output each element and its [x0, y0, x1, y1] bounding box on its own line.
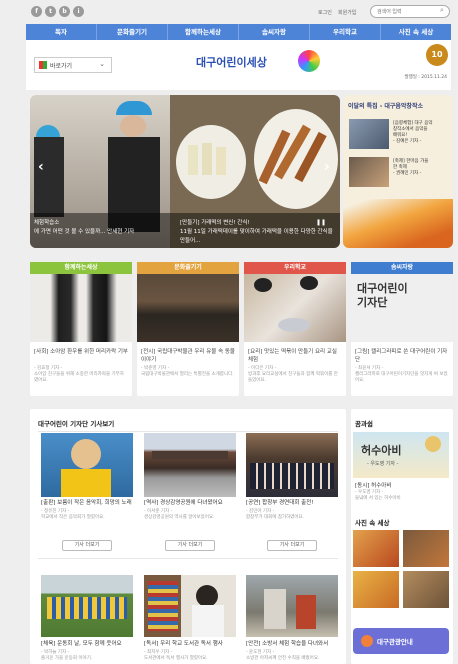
topic-card[interactable]: 우리학교 [요리] 맛있는 떡볶이 만들기 요리 교실 체험 - 이다은 기자 … — [244, 262, 346, 396]
grid-icon — [39, 61, 47, 69]
article-photo[interactable] — [246, 433, 338, 497]
divider — [38, 431, 338, 432]
topic-label: 문화즐기기 — [137, 262, 239, 274]
topic-title[interactable]: [전시] 국립대구박물관 우리 유물 속 동물 이야기 — [141, 348, 235, 364]
section-heading: 대구어린이 기자단 기사보기 — [38, 420, 115, 428]
special-item-2[interactable]: [축제] 한마음 가을 한 축제 - 권혜민 기자 - — [393, 159, 449, 177]
topic-photo — [244, 274, 346, 342]
article-title[interactable]: [공연] 합창부 경연대회 출전! — [246, 500, 340, 507]
article-photo[interactable] — [246, 575, 338, 637]
topic-title[interactable]: [그림] 캘리그라피로 쓴 대구어린이 기자단 — [355, 348, 449, 364]
topic-photo: 대구어린이 기자단 — [351, 274, 453, 342]
topic-meta: - 최윤서 기자 - 캘리그라피로 대구어린이기자단을 멋지게 써 보았어요. — [355, 366, 448, 383]
topic-meta: - 김효정 기자 - 소아암 친구들을 위해 소중한 머리카락을 기부하였어요. — [34, 366, 124, 383]
special-photo-1[interactable] — [349, 119, 389, 149]
topic-card[interactable]: 솜씨자랑 대구어린이 기자단 [그림] 캘리그라피로 쓴 대구어린이 기자단 - … — [351, 262, 453, 396]
header: 바로가기 ⌄ 대구어린이세상 10 발행일 : 2015.11.24 — [26, 40, 451, 90]
topic-card[interactable]: 함께하는세상 [사회] 소아암 환우를 위한 머리카락 기부 - 김효정 기자 … — [30, 262, 132, 396]
cartoon-title[interactable]: [동시] 허수아비 — [355, 481, 391, 489]
login-link[interactable]: 로그인 — [318, 9, 332, 16]
topic-meta: - 박준영 기자 - 국립대구박물관에서 열리는 특별전을 소개합니다. — [141, 366, 234, 377]
nav-item[interactable]: 우리학교 — [310, 24, 381, 40]
monthly-special: 이달의 특집 - 대구음악창작소 [음향체험] 대구 음악 창작소에서 음악을 … — [343, 95, 453, 248]
pause-icon[interactable]: ❚❚ — [316, 219, 326, 226]
photo-thumb[interactable] — [403, 571, 449, 608]
photo-world-heading: 사진 속 세상 — [355, 519, 390, 527]
quick-menu-select[interactable]: 바로가기 ⌄ — [34, 57, 112, 73]
quick-menu-label: 바로가기 — [50, 63, 73, 70]
article-title[interactable]: [역사] 경상감영공원에 다녀왔어요 — [144, 500, 238, 507]
photo-thumb[interactable] — [353, 530, 399, 567]
article-meta: - 김민아 기자 - 합창부가 대회에 참가하였어요. — [246, 509, 305, 520]
topic-meta: - 이다은 기자 - 방과후 요리교실에서 친구들과 함께 떡볶이를 만들었어요… — [248, 366, 338, 383]
hero-caption-left[interactable]: 체험학습소 에 가면 어떤 것 볼 수 있을까... 안세현 기자 — [34, 219, 168, 237]
anniversary-badge: 10 — [426, 44, 448, 66]
instagram-icon[interactable]: i — [73, 6, 84, 17]
read-more-button[interactable]: 기사 더보기 — [62, 540, 112, 551]
topic-label: 함께하는세상 — [30, 262, 132, 274]
issue-date: 발행일 : 2015.11.24 — [404, 75, 447, 80]
topic-photo — [30, 274, 132, 342]
hero-caption-main[interactable]: [만들기] 가래떡의 변신! 간식! 11월 11일 가래떡데이를 맞이하여 가… — [180, 219, 336, 246]
chevron-down-icon: ⌄ — [99, 60, 105, 68]
search-icon[interactable]: ⌕ — [440, 6, 444, 15]
nav-item[interactable]: 함께하는세상 — [168, 24, 239, 40]
site-logo[interactable]: 대구어린이세상 — [196, 54, 267, 70]
article-meta: - 윤도현 기자 - 소방관 아저씨께 안전 수칙을 배웠어요. — [246, 650, 320, 661]
read-more-button[interactable]: 기사 더보기 — [267, 540, 317, 551]
article-meta: - 정유진 기자 - 학교에서 작은 음악회가 열렸어요. — [41, 509, 105, 520]
nav-item[interactable]: 독자 — [26, 24, 97, 40]
topic-title[interactable]: [요리] 맛있는 떡볶이 만들기 요리 교실 체험 — [248, 348, 342, 364]
prev-arrow-icon[interactable]: ‹ — [38, 159, 44, 175]
article-title[interactable]: [출판] 보름이 작은 음악회, 희망의 노래 — [41, 500, 135, 507]
special-title: 이달의 특집 - 대구음악창작소 — [348, 103, 423, 110]
article-title[interactable]: [독서] 우리 학교 도서관 독서 행사 — [144, 641, 238, 648]
article-meta: - 박하늘 기자 - 즐거운 가을 운동회 이야기. — [41, 650, 93, 661]
article-photo[interactable] — [41, 433, 133, 497]
nav-item[interactable]: 솜씨자랑 — [239, 24, 310, 40]
cartoon-meta: - 우도영 기자 - 들녘에 서 있는 허수아비 — [355, 490, 401, 501]
photo-thumb[interactable] — [403, 530, 449, 567]
cartoon-heading: 꿈과쉼 — [355, 420, 373, 428]
autumn-leaves-image — [343, 199, 453, 248]
topic-card[interactable]: 문화즐기기 [전시] 국립대구박물관 우리 유물 속 동물 이야기 - 박준영 … — [137, 262, 239, 396]
search-input[interactable] — [370, 5, 450, 18]
tourism-banner[interactable]: 대구관광안내 — [353, 628, 449, 654]
article-meta: - 이서준 기자 - 경상감영공원의 역사를 알아보았어요. — [144, 509, 215, 520]
cartoon-banner-sub: - 우도영 기자 - — [367, 461, 399, 467]
main-nav: 독자 문화즐기기 함께하는세상 솜씨자랑 우리학교 사진 속 세상 — [26, 24, 451, 40]
article-meta: - 최지우 기자 - 도서관에서 독서 행사가 열렸어요. — [144, 650, 208, 661]
twitter-icon[interactable]: t — [45, 6, 56, 17]
tourism-icon — [361, 635, 373, 647]
blog-icon[interactable]: b — [59, 6, 70, 17]
divider — [38, 558, 338, 559]
nav-item[interactable]: 사진 속 세상 — [381, 24, 451, 40]
join-link[interactable]: 회원가입 — [338, 9, 356, 16]
read-more-button[interactable]: 기사 더보기 — [165, 540, 215, 551]
article-photo[interactable] — [144, 433, 236, 497]
topic-label: 솜씨자랑 — [351, 262, 453, 274]
special-photo-2[interactable] — [349, 157, 389, 187]
special-item-1[interactable]: [음향체험] 대구 음악 창작소에서 음악을 배워요! - 김예은 기자 - — [393, 121, 449, 145]
topic-title[interactable]: [사회] 소아암 환우를 위한 머리카락 기부 — [34, 348, 128, 356]
article-title[interactable]: [체육] 운동회 날, 모두 함께 웃어요 — [41, 641, 135, 648]
topic-photo — [137, 274, 239, 342]
right-column: 꿈과쉼 허수아비 - 우도영 기자 - [동시] 허수아비 - 우도영 기자 -… — [351, 409, 453, 664]
article-photo[interactable] — [41, 575, 133, 637]
next-arrow-icon[interactable]: › — [324, 159, 330, 175]
photo-thumb[interactable] — [353, 571, 399, 608]
article-photo[interactable] — [144, 575, 236, 637]
article-title[interactable]: [안전] 소방서 체험 학습을 다녀와서 — [246, 641, 340, 648]
topic-label: 우리학교 — [244, 262, 346, 274]
tourism-label: 대구관광안내 — [377, 638, 413, 646]
nav-item[interactable]: 문화즐기기 — [97, 24, 168, 40]
logo-emblem-icon — [298, 50, 320, 72]
cartoon-banner-title: 허수아비 — [361, 444, 402, 457]
facebook-icon[interactable]: f — [31, 6, 42, 17]
cartoon-banner[interactable]: 허수아비 - 우도영 기자 - — [353, 432, 449, 478]
calligraphy-art: 대구어린이 기자단 — [357, 282, 408, 309]
hero-slider[interactable]: 체험학습소 에 가면 어떤 것 볼 수 있을까... 안세현 기자 [만들기] … — [30, 95, 340, 248]
